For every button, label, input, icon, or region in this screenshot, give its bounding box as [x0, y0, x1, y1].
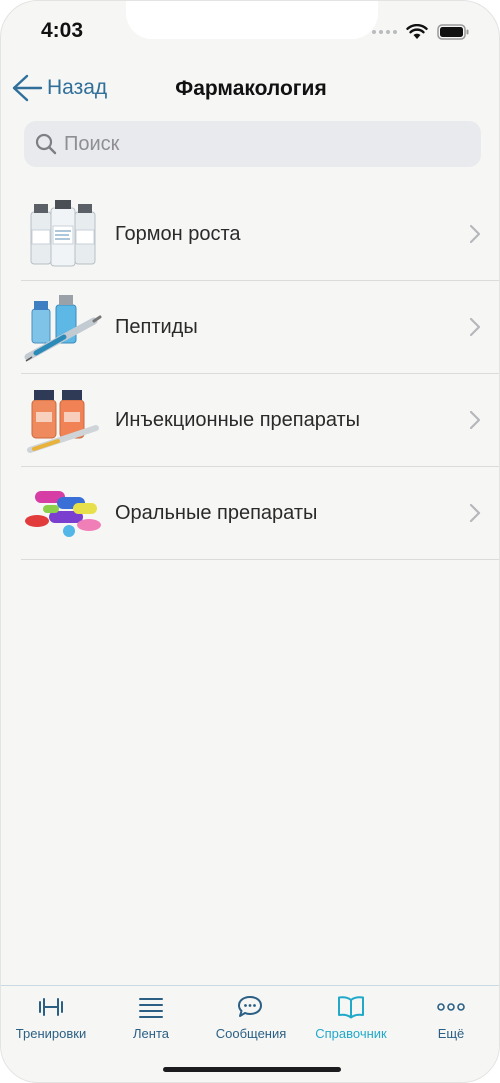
chevron-right-icon: [469, 317, 481, 337]
navigation-bar: Назад Фармакология: [1, 63, 499, 117]
list-item-label: Гормон роста: [115, 222, 241, 245]
tab-label: Тренировки: [15, 1026, 87, 1041]
list-item-injectables[interactable]: Инъекционные препараты: [21, 374, 499, 467]
tab-feed[interactable]: Лента: [101, 992, 201, 1048]
list-item-label: Инъекционные препараты: [115, 408, 361, 431]
search-bar[interactable]: [24, 121, 481, 167]
search-input[interactable]: [64, 132, 444, 156]
list-item-label: Пептиды: [115, 315, 198, 338]
chevron-right-icon: [469, 410, 481, 430]
chevron-right-icon: [469, 224, 481, 244]
tab-reference[interactable]: Справочник: [301, 992, 401, 1048]
tab-label: Лента: [133, 1026, 169, 1041]
notch: [126, 1, 378, 39]
list-item-growth-hormone[interactable]: Гормон роста: [21, 188, 499, 281]
search-icon: [35, 133, 57, 155]
vial-syringe-icon: [23, 287, 103, 367]
category-list: Гормон роста Пептиды Инъекционные препар…: [21, 188, 499, 560]
book-icon: [338, 996, 364, 1019]
home-indicator[interactable]: [163, 1067, 341, 1072]
vials-icon: [23, 194, 103, 274]
tab-messages[interactable]: Сообщения: [201, 992, 301, 1048]
phone-screen: 4:03 Назад Фармакология Поиск Гормон рос…: [0, 0, 500, 1083]
status-icons: [372, 21, 469, 43]
tab-label: Сообщения: [215, 1026, 287, 1041]
chevron-right-icon: [469, 503, 481, 523]
tab-label: Ещё: [437, 1026, 465, 1041]
dumbbell-icon: [39, 998, 63, 1016]
signal-dots-icon: [372, 30, 397, 34]
status-time: 4:03: [41, 19, 84, 42]
list-item-peptides[interactable]: Пептиды: [21, 281, 499, 374]
pills-icon: [23, 473, 103, 553]
wifi-icon: [406, 24, 428, 39]
feed-lines-icon: [139, 998, 163, 1018]
tab-workouts[interactable]: Тренировки: [1, 992, 101, 1048]
battery-icon: [437, 24, 469, 40]
list-item-oral[interactable]: Оральные препараты: [21, 467, 499, 560]
page-title: Фармакология: [175, 77, 327, 100]
injection-vials-icon: [23, 380, 103, 460]
list-item-label: Оральные препараты: [115, 501, 318, 524]
tab-label: Справочник: [315, 1026, 387, 1041]
chat-bubbles-icon: [238, 996, 262, 1017]
tab-more[interactable]: Ещё: [401, 992, 499, 1048]
more-dots-icon: [437, 1003, 465, 1011]
